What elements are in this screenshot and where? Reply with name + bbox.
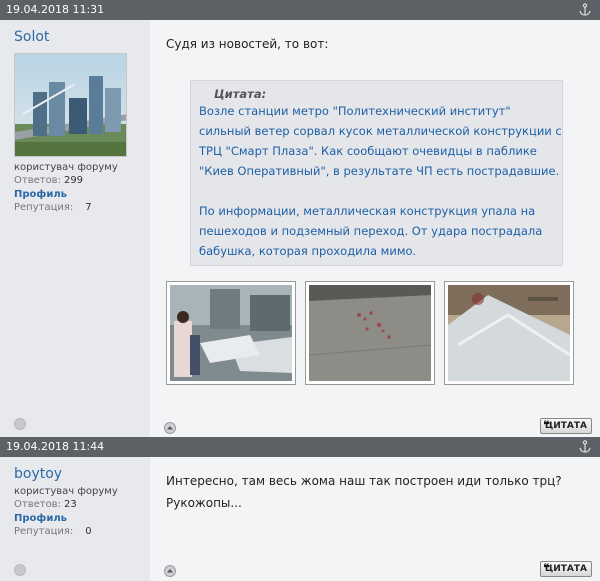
scroll-top-icon[interactable] bbox=[164, 422, 176, 434]
author-rank: користувач форуму bbox=[14, 486, 118, 497]
quote-button-label: ЦИТАТА bbox=[544, 421, 587, 431]
author-name[interactable]: Solot bbox=[14, 29, 150, 45]
post-text: Судя из новостей, то вот: bbox=[166, 37, 329, 51]
post-1: 19.04.2018 11:31 bbox=[0, 0, 600, 20]
photo-thumbnail-2[interactable] bbox=[305, 281, 435, 385]
rep-value: 7 bbox=[85, 202, 92, 213]
post-content: Судя из новостей, то вот: Цитата: Возле … bbox=[150, 20, 600, 437]
photo-thumbnail-1[interactable] bbox=[166, 281, 296, 385]
post-2-body: boytoy користувач форуму Ответов: 23 Проф… bbox=[0, 457, 600, 581]
author-panel: boytoy користувач форуму Ответов: 23 Проф… bbox=[0, 457, 150, 581]
profile-link[interactable]: Профиль bbox=[14, 189, 150, 200]
quote-mark-icon: ❝ bbox=[543, 418, 551, 432]
avatar[interactable] bbox=[14, 53, 127, 157]
posts-label: Ответов: bbox=[14, 175, 61, 186]
post-text-line-2: Рукожопы... bbox=[166, 496, 242, 510]
quote-button[interactable]: ❝ ЦИТАТА bbox=[540, 561, 592, 577]
author-name[interactable]: boytoy bbox=[14, 466, 150, 482]
post-date: 19.04.2018 11:31 bbox=[6, 3, 105, 16]
photo-thumbnail-3[interactable] bbox=[444, 281, 574, 385]
author-reputation: Репутация: 0 bbox=[14, 526, 150, 537]
author-posts: Ответов: 299 bbox=[14, 175, 150, 186]
post-text-line-1: Интересно, там весь жома наш так построе… bbox=[166, 474, 562, 488]
post-content: Интересно, там весь жома наш так построе… bbox=[150, 457, 600, 581]
author-reputation: Репутация: 7 bbox=[14, 202, 150, 213]
quote-button[interactable]: ❝ ЦИТАТА bbox=[540, 418, 592, 434]
quote-mark-icon: ❝ bbox=[543, 561, 551, 575]
posts-count: 23 bbox=[63, 499, 77, 510]
rep-label: Репутация: bbox=[14, 526, 74, 537]
offline-status-icon bbox=[14, 418, 26, 430]
post-date: 19.04.2018 11:44 bbox=[6, 440, 105, 453]
quote-block: Цитата: Возле станции метро "Политехниче… bbox=[190, 80, 563, 266]
quote-button-label: ЦИТАТА bbox=[544, 564, 587, 574]
author-posts: Ответов: 23 bbox=[14, 499, 150, 510]
profile-link[interactable]: Профиль bbox=[14, 513, 150, 524]
quote-paragraph-1: Возле станции метро "Политехнический инс… bbox=[199, 104, 562, 178]
posts-count: 299 bbox=[63, 175, 84, 186]
posts-label: Ответов: bbox=[14, 499, 61, 510]
offline-status-icon bbox=[14, 564, 26, 576]
author-panel: Solot користувач форуму Ответов: 299 Про… bbox=[0, 20, 150, 437]
rep-value: 0 bbox=[85, 526, 92, 537]
rep-label: Репутация: bbox=[14, 202, 74, 213]
anchor-icon[interactable] bbox=[578, 3, 592, 17]
scroll-top-icon[interactable] bbox=[164, 565, 176, 577]
post-2: 19.04.2018 11:44 bbox=[0, 437, 600, 457]
quote-title: Цитата: bbox=[214, 87, 267, 101]
post-header: 19.04.2018 11:44 bbox=[0, 437, 600, 457]
post-header: 19.04.2018 11:31 bbox=[0, 0, 600, 20]
quote-paragraph-2: По информации, металлическая конструкция… bbox=[199, 204, 543, 258]
anchor-icon[interactable] bbox=[578, 440, 592, 454]
post-1-body: Solot користувач форуму Ответов: 299 Про… bbox=[0, 20, 600, 437]
author-rank: користувач форуму bbox=[14, 162, 118, 173]
